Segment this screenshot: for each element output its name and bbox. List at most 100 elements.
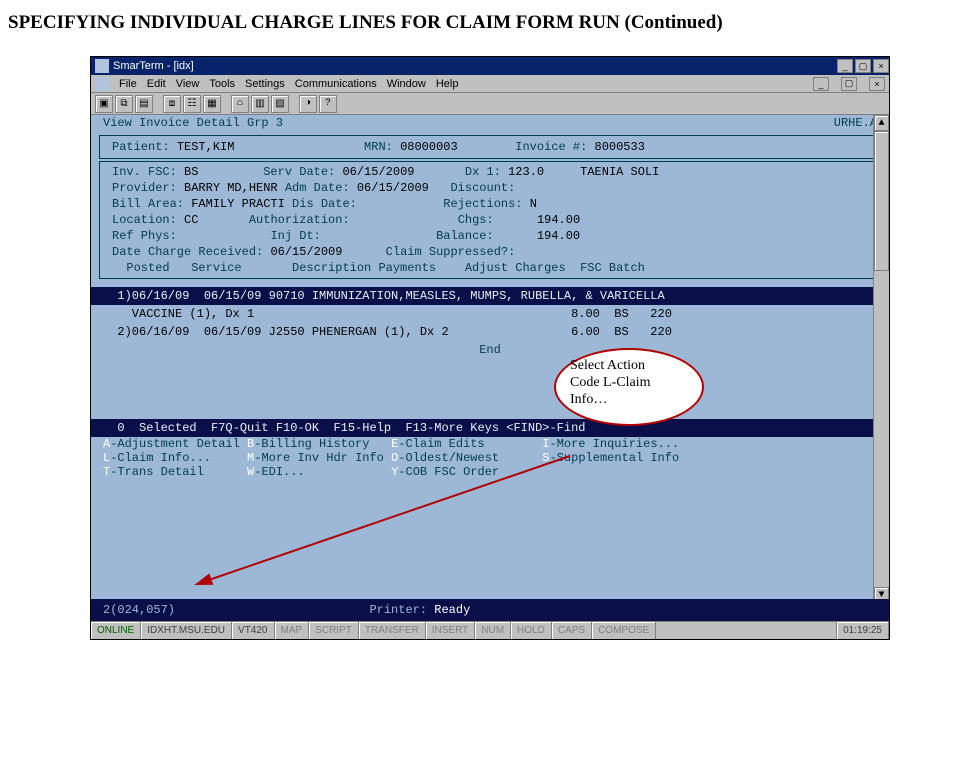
charge-line-2-row1-text: 2)06/16/09 06/15/09 J2550 PHENERGAN (1),… bbox=[103, 326, 672, 338]
status-caps: CAPS bbox=[552, 622, 592, 639]
patient-value: TEST,KIM bbox=[177, 141, 235, 153]
action-s-key[interactable]: S bbox=[542, 451, 549, 465]
dx1-label: Dx 1: bbox=[465, 166, 501, 178]
action-a-label[interactable]: -Adjustment Detail bbox=[110, 437, 240, 451]
action-e-label[interactable]: -Claim Edits bbox=[398, 437, 484, 451]
invoice-value: 8000533 bbox=[595, 141, 645, 153]
servdate-value: 06/15/2009 bbox=[342, 166, 414, 178]
action-b-label[interactable]: -Billing History bbox=[254, 437, 369, 451]
menu-view[interactable]: View bbox=[176, 78, 200, 90]
toolbar-button-7[interactable]: ⌂ bbox=[231, 95, 249, 113]
callout-line2: Code L-Claim bbox=[570, 375, 688, 392]
invfsc-label: Inv. FSC: bbox=[112, 166, 177, 178]
balance-value: 194.00 bbox=[537, 230, 580, 242]
patient-block: Patient: TEST,KIM MRN: 08000003 Invoice … bbox=[99, 135, 881, 159]
billarea-label: Bill Area: bbox=[112, 198, 184, 210]
maximize-button[interactable]: ▢ bbox=[855, 59, 871, 73]
page-title: SPECIFYING INDIVIDUAL CHARGE LINES FOR C… bbox=[0, 0, 960, 38]
action-y-label[interactable]: -COB FSC Order bbox=[398, 465, 499, 479]
printer-ready: Ready bbox=[434, 603, 470, 617]
servdate-label: Serv Date: bbox=[263, 166, 335, 178]
status-online: ONLINE bbox=[91, 622, 141, 639]
action-t-label[interactable]: -Trans Detail bbox=[110, 465, 204, 479]
refphys-label: Ref Phys: bbox=[112, 230, 177, 242]
toolbar-button-10[interactable]: ◑ bbox=[299, 95, 317, 113]
toolbar-help-button[interactable]: ? bbox=[319, 95, 337, 113]
action-l-label[interactable]: -Claim Info... bbox=[110, 451, 211, 465]
charge-line-1-row1[interactable]: 1)06/16/09 06/15/09 90710 IMMUNIZATION,M… bbox=[91, 287, 889, 305]
dx1-desc: TAENIA SOLI bbox=[580, 166, 659, 178]
action-row-2: L-Claim Info... M-More Inv Hdr Info O-Ol… bbox=[91, 451, 889, 465]
action-row-1: A-Adjustment Detail B-Billing History E-… bbox=[91, 437, 889, 451]
app-title: SmarTerm - [idx] bbox=[113, 60, 835, 72]
scroll-up-arrow-icon[interactable]: ▲ bbox=[874, 115, 889, 131]
terminal-area: View Invoice Detail Grp 3 URHE.A Patient… bbox=[91, 115, 889, 621]
charge-line-1-row2[interactable]: VACCINE (1), Dx 1 8.00 BS 220 bbox=[91, 305, 889, 323]
chgs-label: Chgs: bbox=[458, 214, 494, 226]
vertical-scrollbar[interactable]: ▲ ▼ bbox=[873, 115, 889, 603]
admdate-label: Adm Date: bbox=[285, 182, 350, 194]
provider-label: Provider: bbox=[112, 182, 177, 194]
fk-header: 0 Selected F7Q-Quit F10-OK F15-Help F13-… bbox=[91, 419, 889, 437]
scroll-thumb[interactable] bbox=[874, 131, 889, 271]
toolbar-button-4[interactable]: ⧈ bbox=[163, 95, 181, 113]
action-w-label[interactable]: -EDI... bbox=[254, 465, 304, 479]
minimize-button[interactable]: _ bbox=[837, 59, 853, 73]
toolbar-button-5[interactable]: ☷ bbox=[183, 95, 201, 113]
charge-line-2-row1[interactable]: 2)06/16/09 06/15/09 J2550 PHENERGAN (1),… bbox=[91, 323, 889, 341]
provider-value: BARRY MD,HENR bbox=[184, 182, 278, 194]
terminal-header: View Invoice Detail Grp 3 URHE.A bbox=[91, 115, 889, 133]
mrn-value: 08000003 bbox=[400, 141, 458, 153]
menu-help[interactable]: Help bbox=[436, 78, 459, 90]
disdate-label: Dis Date: bbox=[292, 198, 357, 210]
admdate-value: 06/15/2009 bbox=[357, 182, 429, 194]
location-label: Location: bbox=[112, 214, 177, 226]
action-m-label[interactable]: -More Inv Hdr Info bbox=[254, 451, 384, 465]
menu-tools[interactable]: Tools bbox=[209, 78, 235, 90]
location-value: CC bbox=[184, 214, 198, 226]
status-script: SCRIPT bbox=[309, 622, 359, 639]
patient-label: Patient: bbox=[112, 141, 170, 153]
statusbar: ONLINE IDXHT.MSU.EDU VT420 MAP SCRIPT TR… bbox=[91, 621, 889, 639]
claimsuppressed-label: Claim Suppressed?: bbox=[386, 246, 516, 258]
inner-maximize-button[interactable]: ▢ bbox=[841, 77, 857, 91]
menu-file[interactable]: File bbox=[119, 78, 137, 90]
dx1-value: 123.0 bbox=[508, 166, 544, 178]
charge-line-1-row2-text: VACCINE (1), Dx 1 8.00 BS 220 bbox=[103, 308, 672, 320]
rejections-value: N bbox=[530, 198, 537, 210]
menu-window[interactable]: Window bbox=[387, 78, 426, 90]
detail-block: Inv. FSC: BS Serv Date: 06/15/2009 Dx 1:… bbox=[99, 161, 881, 279]
status-compose: COMPOSE bbox=[592, 622, 656, 639]
app-icon bbox=[95, 59, 109, 73]
menu-edit[interactable]: Edit bbox=[147, 78, 166, 90]
chgs-value: 194.00 bbox=[537, 214, 580, 226]
toolbar-button-9[interactable]: ▧ bbox=[271, 95, 289, 113]
rejections-label: Rejections: bbox=[443, 198, 522, 210]
status-host: IDXHT.MSU.EDU bbox=[141, 622, 232, 639]
invfsc-value: BS bbox=[184, 166, 198, 178]
toolbar-button-6[interactable]: ▦ bbox=[203, 95, 221, 113]
toolbar-button-8[interactable]: ▥ bbox=[251, 95, 269, 113]
action-i-label[interactable]: -More Inquiries... bbox=[550, 437, 680, 451]
callout-line1: Select Action bbox=[570, 358, 688, 375]
callout-annotation: Select Action Code L-Claim Info… bbox=[554, 348, 704, 426]
menu-settings[interactable]: Settings bbox=[245, 78, 285, 90]
printer-label: Printer: bbox=[369, 603, 434, 617]
status-hold: HOLD bbox=[511, 622, 552, 639]
datecharge-label: Date Charge Received: bbox=[112, 246, 263, 258]
inner-minimize-button[interactable]: _ bbox=[813, 77, 829, 91]
menu-communications[interactable]: Communications bbox=[295, 78, 377, 90]
action-i-key[interactable]: I bbox=[542, 437, 549, 451]
action-s-label[interactable]: -Supplemental Info bbox=[550, 451, 680, 465]
window-titlebar: SmarTerm - [idx] _ ▢ × bbox=[91, 57, 889, 75]
doc-icon bbox=[95, 77, 109, 91]
toolbar-button-3[interactable]: ▤ bbox=[135, 95, 153, 113]
close-button[interactable]: × bbox=[873, 59, 889, 73]
toolbar-button-2[interactable]: ⧉ bbox=[115, 95, 133, 113]
toolbar-button-1[interactable]: ▣ bbox=[95, 95, 113, 113]
screen-title: View Invoice Detail Grp 3 bbox=[103, 117, 283, 129]
end-row: End bbox=[91, 341, 889, 359]
action-o-label[interactable]: -Oldest/Newest bbox=[398, 451, 499, 465]
inner-close-button[interactable]: × bbox=[869, 77, 885, 91]
window-controls: _ ▢ × bbox=[835, 59, 889, 73]
